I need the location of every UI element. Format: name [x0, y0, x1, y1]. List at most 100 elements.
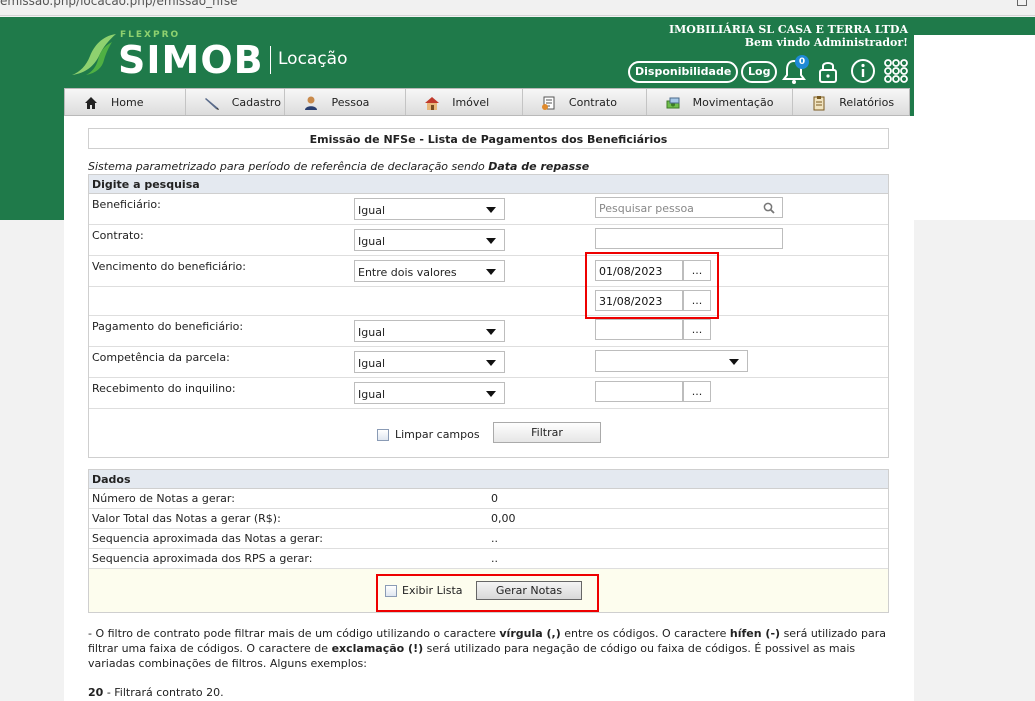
date-range-highlight — [585, 252, 719, 319]
menu-home[interactable]: Home — [65, 89, 186, 115]
main-menu: Home Cadastro Pessoa Imóvel Contrato Mov… — [64, 88, 910, 116]
help-hifen: hífen (-) — [729, 627, 781, 640]
apps-grid-icon[interactable] — [882, 57, 910, 85]
clear-fields-icon[interactable] — [377, 429, 389, 441]
parameter-note-bold: Data de repasse — [488, 160, 590, 173]
logo-divider — [270, 46, 271, 74]
row-pagamento: Pagamento do beneficiário: Igual ... — [89, 316, 888, 347]
total-value-value: 0,00 — [491, 512, 516, 525]
pagamento-label: Pagamento do beneficiário: — [92, 320, 244, 333]
house-icon — [425, 97, 440, 110]
recebimento-date-button[interactable]: ... — [683, 381, 711, 402]
window-corner-icon — [1017, 0, 1027, 6]
row-beneficiario: Beneficiário: Igual Pesquisar pessoa — [89, 194, 888, 225]
pagamento-operator-value: Igual — [358, 326, 385, 339]
filter-button[interactable]: Filtrar — [493, 422, 601, 443]
help-example-text: - Filtrará contrato 20. — [106, 686, 224, 699]
total-value-label: Valor Total das Notas a gerar (R$): — [92, 512, 281, 525]
help-part-2: entre os códigos. O caractere — [564, 627, 727, 640]
competencia-operator-select[interactable]: Igual — [354, 351, 505, 373]
rps-sequence-value: .. — [491, 552, 498, 565]
dados-heading: Dados — [89, 470, 888, 489]
row-competencia: Competência da parcela: Igual — [89, 347, 888, 378]
menu-contrato[interactable]: Contrato — [523, 89, 647, 115]
pagamento-date-button[interactable]: ... — [683, 319, 711, 340]
contrato-operator-select[interactable]: Igual — [354, 229, 505, 251]
menu-imovel-label: Imóvel — [452, 96, 490, 109]
clear-fields-link[interactable]: Limpar campos — [395, 428, 480, 441]
menu-cadastro[interactable]: Cadastro — [186, 89, 286, 115]
search-icon[interactable] — [763, 202, 775, 214]
notas-sequence-value: .. — [491, 532, 498, 545]
row-vencimento-to: 31/08/2023 ... — [89, 287, 888, 316]
row-contrato: Contrato: Igual — [89, 225, 888, 256]
notas-count-label: Número de Notas a gerar: — [92, 492, 235, 505]
menu-cadastro-label: Cadastro — [231, 96, 281, 109]
browser-url-bar[interactable]: emissao.php/locacao.php/emissao_nfse — [0, 0, 1035, 16]
recebimento-operator-select[interactable]: Igual — [354, 382, 505, 404]
url-text: emissao.php/locacao.php/emissao_nfse — [0, 0, 238, 8]
chevron-down-icon — [486, 269, 496, 275]
competencia-select[interactable] — [595, 350, 748, 372]
vencimento-operator-select[interactable]: Entre dois valores — [354, 260, 505, 282]
notas-count-value: 0 — [491, 492, 498, 505]
menu-home-label: Home — [111, 96, 144, 109]
beneficiario-search-input[interactable]: Pesquisar pessoa — [595, 197, 783, 218]
chevron-down-icon — [486, 238, 496, 244]
chevron-down-icon — [729, 359, 739, 365]
page-title: Emissão de NFSe - Lista de Pagamentos do… — [88, 128, 889, 149]
clipboard-icon — [813, 96, 825, 111]
notifications-bell-icon[interactable]: 0 — [780, 55, 809, 85]
table-row: Sequencia aproximada dos RPS a gerar: .. — [89, 549, 888, 569]
search-heading: Digite a pesquisa — [89, 175, 888, 194]
menu-relatorios[interactable]: Relatórios — [793, 89, 909, 115]
person-icon — [305, 96, 318, 110]
recebimento-label: Recebimento do inquilino: — [92, 382, 236, 395]
menu-pessoa[interactable]: Pessoa — [285, 89, 407, 115]
pencil-icon — [204, 98, 219, 110]
recebimento-operator-value: Igual — [358, 388, 385, 401]
contrato-operator-value: Igual — [358, 235, 385, 248]
disponibilidade-button[interactable]: Disponibilidade — [628, 61, 739, 83]
help-text: - O filtro de contrato pode filtrar mais… — [88, 626, 888, 671]
help-example-code: 20 — [88, 686, 104, 699]
help-virgula: vírgula (,) — [499, 627, 561, 640]
menu-movimentacao-label: Movimentação — [692, 96, 774, 109]
pagamento-input[interactable] — [595, 319, 683, 340]
menu-imovel[interactable]: Imóvel — [406, 89, 523, 115]
competencia-label: Competência da parcela: — [92, 351, 230, 364]
table-row: Valor Total das Notas a gerar (R$): 0,00 — [89, 509, 888, 529]
row-vencimento: Vencimento do beneficiário: Entre dois v… — [89, 256, 888, 287]
info-icon[interactable] — [849, 57, 877, 85]
simob-logo[interactable]: FLEXPRO SIMOB Locação — [72, 30, 372, 82]
search-section: Digite a pesquisa Beneficiário: Igual Pe… — [88, 174, 889, 458]
chevron-down-icon — [486, 391, 496, 397]
chevron-down-icon — [486, 329, 496, 335]
menu-relatorios-label: Relatórios — [839, 96, 895, 109]
module-name: Locação — [278, 49, 348, 69]
help-part-1: - O filtro de contrato pode filtrar mais… — [88, 627, 496, 640]
contrato-input[interactable] — [595, 228, 783, 249]
vencimento-label: Vencimento do beneficiário: — [92, 260, 246, 273]
help-exclamacao: exclamação (!) — [331, 642, 424, 655]
lock-icon[interactable] — [814, 57, 842, 85]
filter-actions: Limpar campos Filtrar — [89, 409, 888, 457]
recebimento-input[interactable] — [595, 381, 683, 402]
beneficiario-label: Beneficiário: — [92, 198, 161, 211]
rps-sequence-label: Sequencia aproximada dos RPS a gerar: — [92, 552, 313, 565]
contract-icon — [541, 96, 555, 110]
pagamento-operator-select[interactable]: Igual — [354, 320, 505, 342]
table-row: Número de Notas a gerar: 0 — [89, 489, 888, 509]
company-name: IMOBILIÁRIA SL CASA E TERRA LTDA — [668, 23, 908, 36]
menu-movimentacao[interactable]: Movimentação — [647, 89, 794, 115]
beneficiario-operator-value: Igual — [358, 204, 385, 217]
competencia-operator-value: Igual — [358, 357, 385, 370]
notifications-badge: 0 — [795, 55, 809, 69]
table-row: Sequencia aproximada das Notas a gerar: … — [89, 529, 888, 549]
company-info: IMOBILIÁRIA SL CASA E TERRA LTDA Bem vin… — [669, 23, 908, 49]
beneficiario-operator-select[interactable]: Igual — [354, 198, 505, 220]
menu-contrato-label: Contrato — [568, 96, 617, 109]
log-button[interactable]: Log — [741, 61, 778, 83]
contrato-label: Contrato: — [92, 229, 144, 242]
swoosh-icon — [72, 34, 116, 75]
